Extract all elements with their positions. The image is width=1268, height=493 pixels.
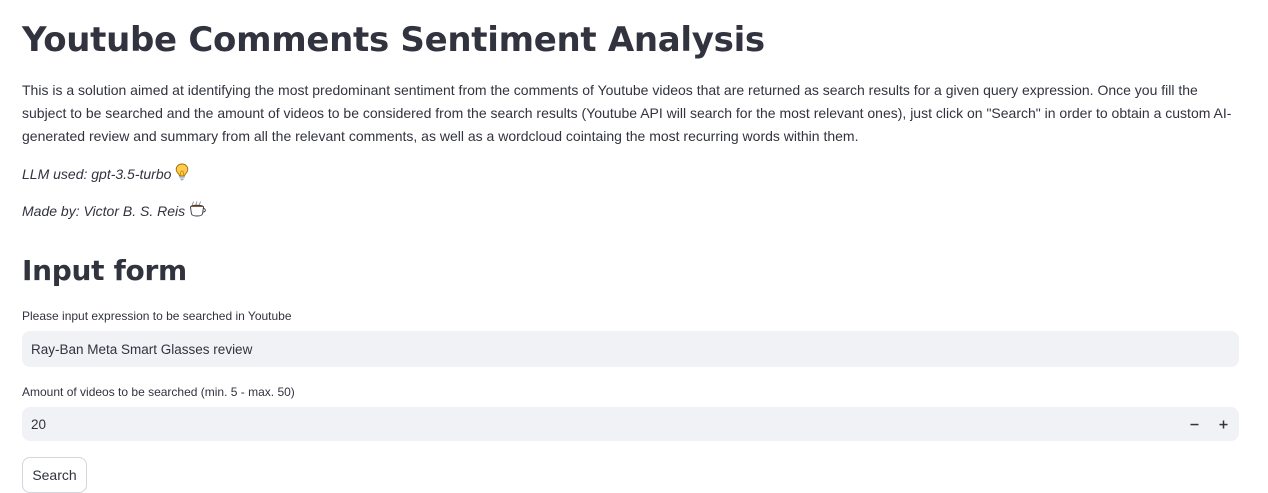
amount-input[interactable] <box>22 407 1162 441</box>
search-expression-input[interactable] <box>22 331 1239 367</box>
plus-icon <box>1219 417 1228 432</box>
coffee-cup-icon <box>189 201 207 223</box>
amount-field-label: Amount of videos to be searched (min. 5 … <box>22 385 295 399</box>
made-by-text: Made by: Victor B. S. Reis <box>22 203 186 219</box>
query-field-label: Please input expression to be searched i… <box>22 309 292 323</box>
search-button[interactable]: Search <box>22 457 87 493</box>
page-title: Youtube Comments Sentiment Analysis <box>22 20 765 60</box>
made-by-line: Made by: Victor B. S. Reis <box>22 200 207 223</box>
minus-icon <box>1190 417 1199 432</box>
llm-used-text: LLM used: gpt-3.5-turbo <box>22 166 172 182</box>
llm-used-line: LLM used: gpt-3.5-turbo <box>22 163 189 187</box>
decrement-button[interactable] <box>1180 407 1208 441</box>
increment-button[interactable] <box>1209 407 1237 441</box>
input-form-title: Input form <box>22 254 187 287</box>
amount-number-input <box>22 407 1239 441</box>
lightbulb-icon <box>175 163 189 187</box>
intro-paragraph: This is a solution aimed at identifying … <box>22 82 1232 144</box>
